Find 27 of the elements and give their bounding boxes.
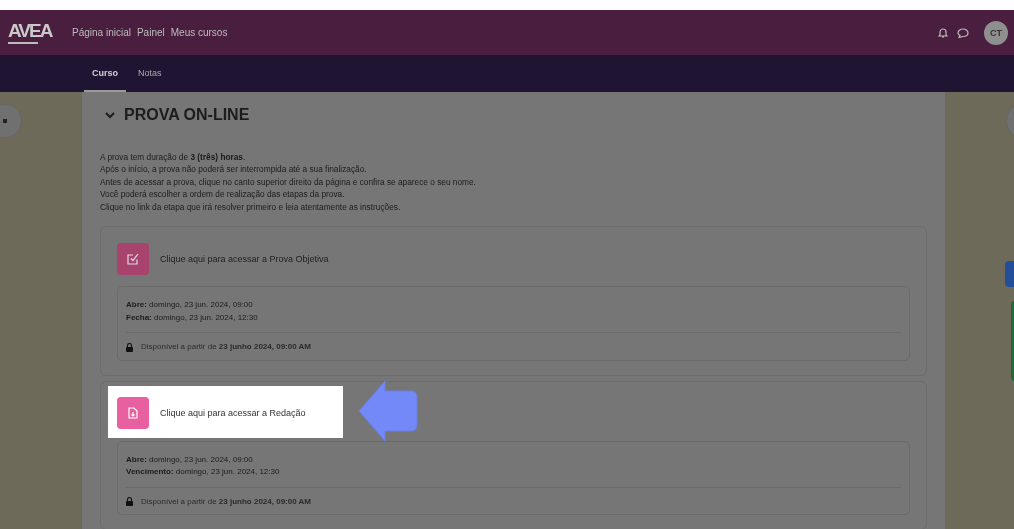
date-text: Abre: domingo, 23 jun. 2024, 09:00 [126, 299, 254, 312]
intro-text: Antes de acessar a prova, clique no canto superior direito da página e confira se aparece o seu nome. [100, 175, 477, 189]
checkbox-icon[interactable] [117, 243, 149, 276]
restriction-text: Disponível a partir de 23 junho 2024, 09:00 AM [141, 341, 311, 354]
course-tab[interactable]: Notas [130, 55, 170, 92]
intro-text: A prova tem duração de 3 (três) horas. [100, 151, 247, 164]
logo-text[interactable]: AVEA [8, 21, 64, 41]
restriction-text: Disponível a partir de 23 junho 2024, 09:00 AM [141, 495, 311, 508]
section-title: PROVA ON-LINE [124, 106, 250, 124]
activity-link[interactable]: Clique aqui para acessar a Redação [160, 407, 306, 418]
date-text: Fecha: domingo, 23 jun. 2024, 12:30 [126, 311, 259, 324]
lock-icon [126, 497, 133, 507]
activity-link[interactable]: Clique aqui para acessar a Prova Objetiva [160, 254, 329, 265]
intro-text: Após o início, a prova não poderá ser interrompida até a sua finalização. [100, 163, 368, 176]
intro-text: Você poderá escolher a ordem de realização das etapas da prova. [100, 188, 346, 201]
chevron-icon[interactable] [105, 111, 115, 119]
chat-icon[interactable] [957, 27, 969, 38]
user-avatar[interactable]: CT [984, 20, 1008, 45]
bell-icon[interactable] [938, 27, 948, 38]
nav-link[interactable]: Painel [136, 27, 165, 38]
lock-icon [126, 342, 133, 352]
date-text: Vencimento: domingo, 23 jun. 2024, 12:30 [126, 466, 281, 479]
document-icon[interactable] [117, 396, 149, 429]
date-text: Abre: domingo, 23 jun. 2024, 09:00 [126, 453, 254, 466]
nav-link[interactable]: Página inicial [72, 27, 131, 38]
intro-text: Clique no link da etapa que irá resolver primeiro e leia atentamente as instruções. [100, 200, 402, 214]
nav-link[interactable]: Meus cursos [170, 27, 228, 38]
